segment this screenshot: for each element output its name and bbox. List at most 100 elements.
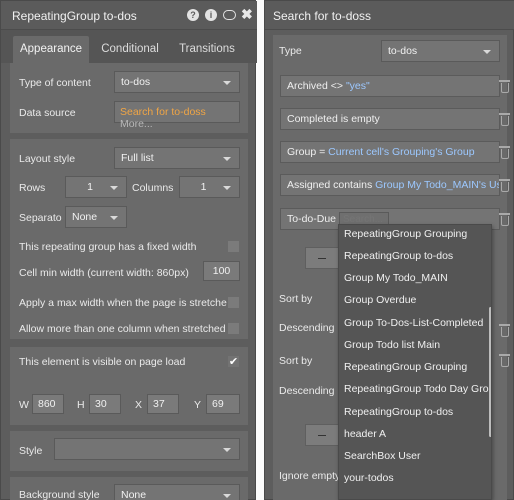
columns-label: Columns (132, 182, 174, 194)
constraint-dynamic-value[interactable]: Current cell's Grouping's Group (328, 146, 474, 158)
constraint-completed[interactable]: Completed is empty (280, 108, 500, 130)
width-label: W (19, 399, 29, 411)
descending-label: Descending (279, 385, 335, 397)
background-style-dropdown[interactable]: None (114, 484, 240, 500)
data-source-field[interactable]: Search for to-doss More... (114, 101, 240, 130)
list-item[interactable]: Group Overdue (344, 294, 416, 306)
list-item[interactable]: RepeatingGroup to-dos (344, 406, 453, 418)
chevron-down-icon (110, 216, 118, 220)
layout-style-value: Full list (121, 152, 154, 164)
fixed-width-checkbox[interactable] (227, 240, 240, 253)
rows-value: 1 (87, 181, 93, 193)
visibility-geometry-section: This element is visible on page load ✔ W… (10, 347, 248, 425)
tab-conditional[interactable]: Conditional (93, 36, 167, 63)
list-item[interactable]: RepeatingGroup Grouping (344, 228, 467, 240)
sort-by-label: Sort by (279, 293, 313, 305)
x-label: X (135, 399, 143, 411)
separator-value: None (72, 211, 98, 223)
width-input[interactable]: 860 (32, 394, 64, 414)
chevron-down-icon (223, 494, 231, 498)
list-item[interactable]: header A (344, 428, 386, 440)
cell-min-width-input[interactable]: 100 (203, 261, 240, 281)
rows-dropdown[interactable]: 1 (65, 176, 127, 198)
list-item[interactable]: your-todos (344, 472, 394, 484)
trash-icon[interactable] (499, 324, 510, 337)
list-item[interactable]: Group To-Dos-List-Completed (344, 317, 483, 329)
list-item[interactable]: RepeatingGroup to-dos (344, 250, 453, 262)
list-item[interactable]: RepeatingGroup Todo Day Groups (344, 383, 491, 395)
visible-on-load-checkbox[interactable]: ✔ (227, 355, 240, 368)
dropdown-scrollbar[interactable] (489, 307, 491, 437)
background-section: Background style None (10, 477, 248, 500)
columns-dropdown[interactable]: 1 (179, 176, 240, 198)
constraint-assigned[interactable]: Assigned contains Group My Todo_MAIN's U… (280, 174, 500, 196)
trash-icon[interactable] (499, 213, 510, 226)
trash-icon[interactable] (499, 80, 510, 93)
dynamic-value-dropdown[interactable]: RepeatingGroup Grouping RepeatingGroup t… (338, 224, 492, 500)
chevron-down-icon (483, 50, 491, 54)
rows-label: Rows (19, 182, 46, 194)
property-editor-panel: RepeatingGroup to-dos ? i ✖ Appearance C… (0, 0, 257, 500)
search-editor-header[interactable]: Search for to-doss (265, 1, 514, 30)
data-source-more-link[interactable]: More... (120, 118, 153, 130)
layout-style-label: Layout style (19, 153, 76, 165)
comment-icon[interactable] (223, 10, 236, 20)
data-source-value[interactable]: Search for to-doss (120, 106, 206, 118)
property-editor-header[interactable]: RepeatingGroup to-dos ? i ✖ (1, 1, 257, 30)
chevron-down-icon (223, 157, 231, 161)
y-input[interactable]: 69 (206, 394, 240, 414)
visible-on-load-label: This element is visible on page load (19, 356, 186, 368)
constraint-group[interactable]: Group = Current cell's Grouping's Group (280, 141, 500, 163)
content-section: Type of content to-dos Data source Searc… (10, 63, 248, 133)
type-label: Type (279, 45, 302, 57)
max-width-label: Apply a max width when the page is stret… (19, 297, 233, 309)
chevron-down-icon (223, 81, 231, 85)
chevron-down-icon (110, 186, 118, 190)
constraint-text: Archived <> (287, 80, 346, 92)
constraint-dynamic-value[interactable]: "yes" (346, 80, 370, 92)
constraint-text: Completed is empty (287, 113, 380, 125)
multi-column-checkbox[interactable] (227, 322, 240, 335)
tab-transitions[interactable]: Transitions (171, 36, 243, 63)
descending-label: Descending (279, 322, 335, 334)
multi-column-label: Allow more than one column when stretche… (19, 323, 226, 335)
columns-value: 1 (200, 181, 207, 193)
list-item[interactable]: Group Todo list Main (344, 339, 440, 351)
data-source-label: Data source (19, 107, 76, 119)
style-dropdown[interactable] (54, 438, 240, 460)
chevron-down-icon (223, 186, 231, 190)
type-dropdown[interactable]: to-dos (381, 40, 500, 62)
list-item[interactable]: SearchBox User (344, 450, 420, 462)
search-title: Search for to-doss (273, 9, 372, 23)
height-label: H (77, 399, 85, 411)
list-item[interactable]: Group My Todo_MAIN (344, 272, 448, 284)
tab-appearance[interactable]: Appearance (13, 36, 89, 63)
type-of-content-label: Type of content (19, 77, 91, 89)
trash-icon[interactable] (499, 354, 510, 367)
constraint-archived[interactable]: Archived <> "yes" (280, 75, 500, 97)
max-width-checkbox[interactable] (227, 296, 240, 309)
add-constraint-button[interactable] (305, 247, 339, 269)
height-input[interactable]: 30 (89, 394, 121, 414)
constraint-dynamic-value[interactable]: Group My Todo_MAIN's User (375, 179, 499, 191)
constraint-text: Assigned contains (287, 179, 376, 191)
layout-style-dropdown[interactable]: Full list (114, 147, 240, 169)
trash-icon[interactable] (499, 113, 510, 126)
sort-by-label: Sort by (279, 355, 313, 367)
list-item[interactable]: RepeatingGroup Grouping (344, 361, 467, 373)
cell-min-width-label: Cell min width (current width: 860px) (19, 267, 189, 279)
style-label: Style (19, 445, 43, 457)
info-icon[interactable]: i (205, 9, 217, 21)
close-icon[interactable]: ✖ (241, 6, 253, 23)
help-icon[interactable]: ? (187, 9, 199, 21)
x-input[interactable]: 37 (147, 394, 179, 414)
y-label: Y (194, 399, 202, 411)
trash-icon[interactable] (499, 146, 510, 159)
separator-dropdown[interactable]: None (65, 206, 127, 228)
style-section: Style (10, 431, 248, 471)
type-of-content-dropdown[interactable]: to-dos (114, 71, 240, 93)
add-sort-button[interactable] (305, 424, 339, 446)
trash-icon[interactable] (499, 179, 510, 192)
background-style-label: Background style (19, 489, 100, 500)
editor-canvas-strip (256, 0, 264, 500)
